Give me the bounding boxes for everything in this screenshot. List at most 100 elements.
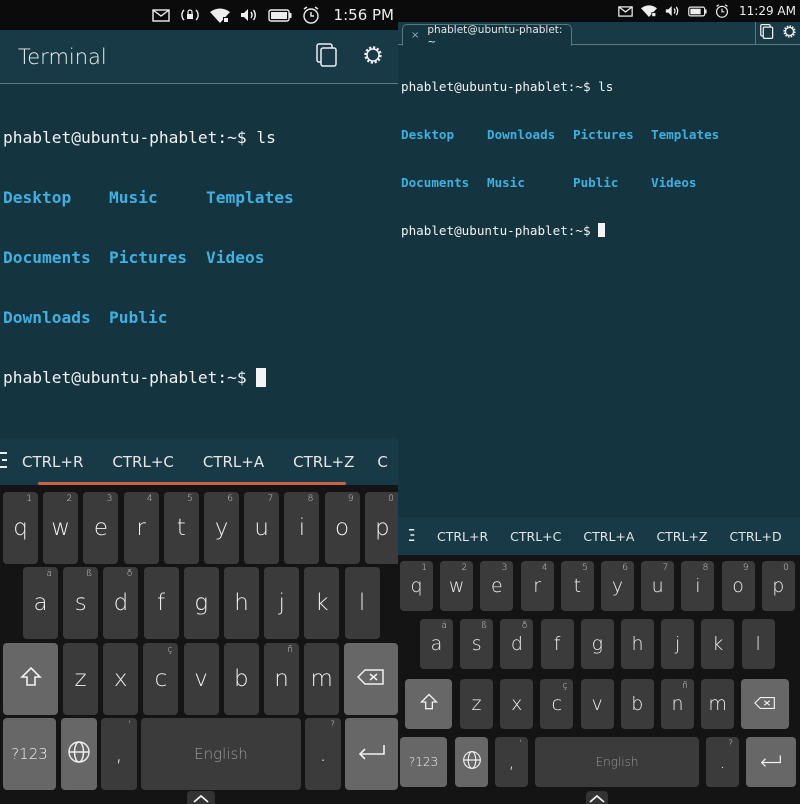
- ctrl-a-key[interactable]: CTRL+A: [583, 529, 634, 544]
- language-key[interactable]: [61, 718, 97, 790]
- prompt: phablet@ubuntu-phablet:~$: [3, 368, 257, 387]
- key-j[interactable]: j: [661, 619, 695, 669]
- key-l[interactable]: l: [344, 567, 380, 639]
- key-n[interactable]: ñn: [264, 643, 299, 715]
- comma-key[interactable]: ',: [101, 718, 137, 790]
- key-p[interactable]: 0p: [761, 561, 795, 611]
- key-b[interactable]: b: [620, 679, 654, 729]
- key-o[interactable]: 9o: [721, 561, 755, 611]
- key-g[interactable]: g: [580, 619, 614, 669]
- key-y[interactable]: 6y: [204, 492, 239, 564]
- ctrl-z-key[interactable]: CTRL+Z: [656, 529, 707, 544]
- key-s[interactable]: ßs: [63, 567, 99, 639]
- space-key[interactable]: English: [141, 718, 301, 790]
- key-d[interactable]: ðd: [103, 567, 139, 639]
- ctrl-a-key[interactable]: CTRL+A: [203, 453, 264, 471]
- key-a[interactable]: äa: [420, 619, 453, 669]
- tabs-button[interactable]: [756, 22, 778, 45]
- shift-key[interactable]: [405, 679, 452, 729]
- key-k[interactable]: k: [701, 619, 735, 669]
- key-b[interactable]: b: [223, 643, 259, 715]
- ctrl-r-key[interactable]: CTRL+R: [437, 529, 488, 544]
- ctrl-d-key-partial[interactable]: C: [377, 453, 387, 471]
- key-f[interactable]: f: [540, 619, 574, 669]
- close-tab-icon[interactable]: ×: [411, 30, 419, 41]
- symbols-key[interactable]: ?123: [3, 718, 56, 790]
- key-c[interactable]: çc: [143, 643, 179, 715]
- envelope-icon: [151, 8, 170, 22]
- key-u[interactable]: 7u: [244, 492, 280, 564]
- terminal-line: Downloads Public: [3, 308, 398, 328]
- key-r[interactable]: 4r: [520, 561, 554, 611]
- key-z[interactable]: z: [63, 643, 98, 715]
- key-e[interactable]: 3e: [480, 561, 514, 611]
- key-v[interactable]: v: [580, 679, 614, 729]
- comma-key[interactable]: ',: [495, 737, 528, 787]
- key-p[interactable]: 0p: [364, 492, 398, 564]
- hide-keyboard-button[interactable]: [187, 791, 215, 804]
- terminal-output[interactable]: phablet@ubuntu-phablet:~$ ls Desktop Down…: [398, 47, 800, 271]
- period-key[interactable]: ?.: [706, 737, 739, 787]
- symbols-key[interactable]: ?123: [400, 737, 447, 787]
- key-q[interactable]: 1q: [3, 492, 38, 564]
- key-alt-char: ð: [126, 569, 133, 579]
- key-o[interactable]: 9o: [324, 492, 360, 564]
- key-i[interactable]: 8i: [681, 561, 715, 611]
- key-k[interactable]: k: [304, 567, 340, 639]
- ctrl-c-key[interactable]: CTRL+C: [510, 529, 561, 544]
- key-t[interactable]: 5t: [163, 492, 199, 564]
- key-x[interactable]: x: [103, 643, 139, 715]
- key-c[interactable]: çc: [540, 679, 574, 729]
- key-n[interactable]: ñn: [661, 679, 694, 729]
- key-x[interactable]: x: [500, 679, 534, 729]
- key-m[interactable]: m: [304, 643, 340, 715]
- ctrl-menu-button[interactable]: [398, 528, 426, 545]
- volume-icon: [240, 8, 258, 22]
- settings-button[interactable]: [778, 22, 800, 45]
- terminal-line: phablet@ubuntu-phablet:~$ ls: [401, 79, 800, 95]
- ctrl-menu-button[interactable]: [0, 451, 8, 473]
- key-d[interactable]: ðd: [500, 619, 534, 669]
- backspace-key[interactable]: [741, 679, 789, 729]
- terminal-tab[interactable]: × phablet@ubuntu-phablet: ~: [402, 24, 572, 48]
- tabs-button[interactable]: [304, 37, 350, 77]
- key-i[interactable]: 8i: [284, 492, 320, 564]
- hide-keyboard-button[interactable]: [586, 791, 608, 804]
- key-alt-char: 6: [227, 494, 233, 504]
- key-v[interactable]: v: [183, 643, 219, 715]
- key-t[interactable]: 5t: [560, 561, 594, 611]
- space-key[interactable]: English: [535, 737, 699, 787]
- enter-key[interactable]: [345, 718, 398, 790]
- shift-key[interactable]: [3, 643, 58, 715]
- ctrl-z-key[interactable]: CTRL+Z: [293, 453, 354, 471]
- key-j[interactable]: j: [264, 567, 300, 639]
- ctrl-r-key[interactable]: CTRL+R: [22, 453, 83, 471]
- key-h[interactable]: h: [224, 567, 259, 639]
- key-h[interactable]: h: [621, 619, 654, 669]
- key-m[interactable]: m: [701, 679, 735, 729]
- key-e[interactable]: 3e: [83, 492, 119, 564]
- backspace-key[interactable]: [344, 643, 398, 715]
- wifi-icon: [209, 8, 230, 23]
- enter-key[interactable]: [746, 737, 796, 787]
- key-alt-char: ð: [521, 621, 528, 631]
- key-z[interactable]: z: [460, 679, 493, 729]
- key-g[interactable]: g: [183, 567, 219, 639]
- terminal-output[interactable]: phablet@ubuntu-phablet:~$ ls Desktop Musi…: [0, 88, 398, 428]
- key-w[interactable]: 2w: [440, 561, 474, 611]
- key-u[interactable]: 7u: [641, 561, 675, 611]
- key-r[interactable]: 4r: [123, 492, 159, 564]
- key-a[interactable]: äa: [23, 567, 58, 639]
- key-f[interactable]: f: [143, 567, 179, 639]
- key-s[interactable]: ßs: [460, 619, 494, 669]
- prompt: phablet@ubuntu-phablet:~$: [401, 79, 599, 94]
- ctrl-d-key[interactable]: CTRL+D: [730, 529, 782, 544]
- language-key[interactable]: [455, 737, 488, 787]
- ctrl-c-key[interactable]: CTRL+C: [112, 453, 173, 471]
- period-key[interactable]: ?.: [305, 718, 341, 790]
- key-w[interactable]: 2w: [43, 492, 79, 564]
- key-q[interactable]: 1q: [400, 561, 433, 611]
- settings-button[interactable]: [350, 37, 396, 77]
- key-y[interactable]: 6y: [601, 561, 634, 611]
- key-l[interactable]: l: [741, 619, 775, 669]
